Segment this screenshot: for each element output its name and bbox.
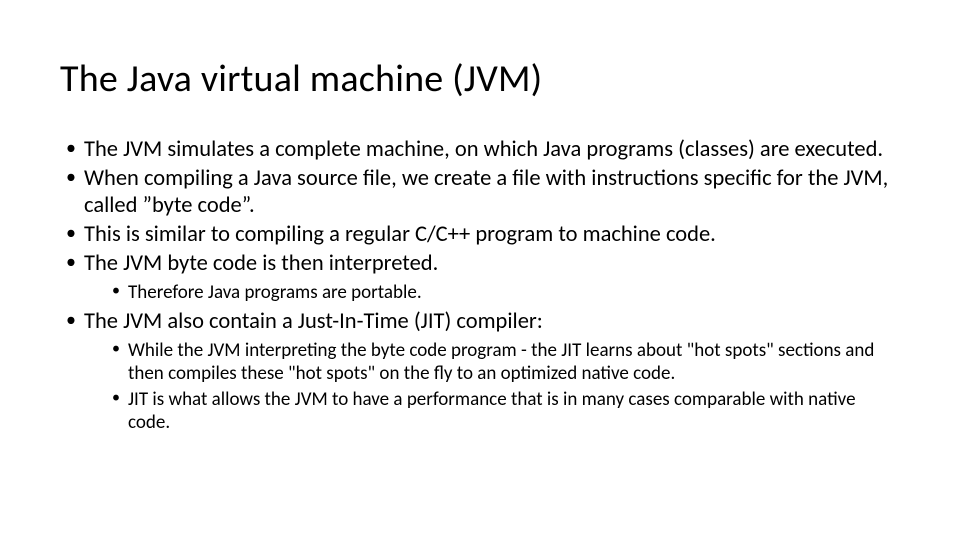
bullet-list: The JVM simulates a complete machine, on… [60,136,900,434]
bullet-item: This is similar to compiling a regular C… [60,221,900,248]
bullet-item: The JVM simulates a complete machine, on… [60,136,900,163]
bullet-item: The JVM also contain a Just-In-Time (JIT… [60,308,900,434]
sub-bullet-list: While the JVM interpreting the byte code… [84,339,900,434]
bullet-text: The JVM byte code is then interpreted. [84,250,438,277]
slide-title: The Java virtual machine (JVM) [60,56,900,102]
bullet-item: The JVM byte code is then interpreted. T… [60,250,900,304]
bullet-text: The JVM also contain a Just-In-Time (JIT… [84,308,543,335]
sub-bullet-item: While the JVM interpreting the byte code… [84,339,900,385]
sub-bullet-item: JIT is what allows the JVM to have a per… [84,388,900,434]
sub-bullet-list: Therefore Java programs are portable. [84,281,900,304]
bullet-item: When compiling a Java source file, we cr… [60,165,900,219]
sub-bullet-item: Therefore Java programs are portable. [84,281,900,304]
